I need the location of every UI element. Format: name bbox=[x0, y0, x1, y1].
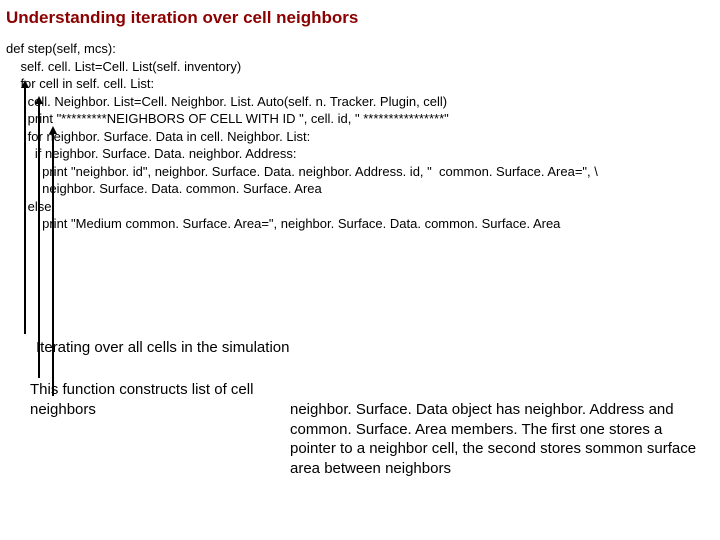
annotation-function: This function constructs list of cell ne… bbox=[30, 380, 290, 419]
code-line: else: bbox=[6, 198, 598, 216]
code-line: self. cell. List=Cell. List(self. invent… bbox=[6, 58, 598, 76]
code-line: cell. Neighbor. List=Cell. Neighbor. Lis… bbox=[6, 93, 598, 111]
code-line: for cell in self. cell. List: bbox=[6, 75, 598, 93]
code-line: for neighbor. Surface. Data in cell. Nei… bbox=[6, 128, 598, 146]
code-line: print "Medium common. Surface. Area=", n… bbox=[6, 215, 598, 233]
code-line: neighbor. Surface. Data. common. Surface… bbox=[6, 180, 598, 198]
arrow-icon bbox=[38, 104, 40, 378]
code-block: def step(self, mcs): self. cell. List=Ce… bbox=[6, 40, 598, 233]
code-line: if neighbor. Surface. Data. neighbor. Ad… bbox=[6, 145, 598, 163]
annotation-neighbor-data: neighbor. Surface. Data object has neigh… bbox=[290, 400, 700, 478]
page-title: Understanding iteration over cell neighb… bbox=[0, 0, 720, 28]
arrow-icon bbox=[24, 88, 26, 334]
code-line: print "*********NEIGHBORS OF CELL WITH I… bbox=[6, 110, 598, 128]
annotation-iterating: Iterating over all cells in the simulati… bbox=[36, 338, 356, 358]
code-line: def step(self, mcs): bbox=[6, 40, 598, 58]
code-line: print "neighbor. id", neighbor. Surface.… bbox=[6, 163, 598, 181]
